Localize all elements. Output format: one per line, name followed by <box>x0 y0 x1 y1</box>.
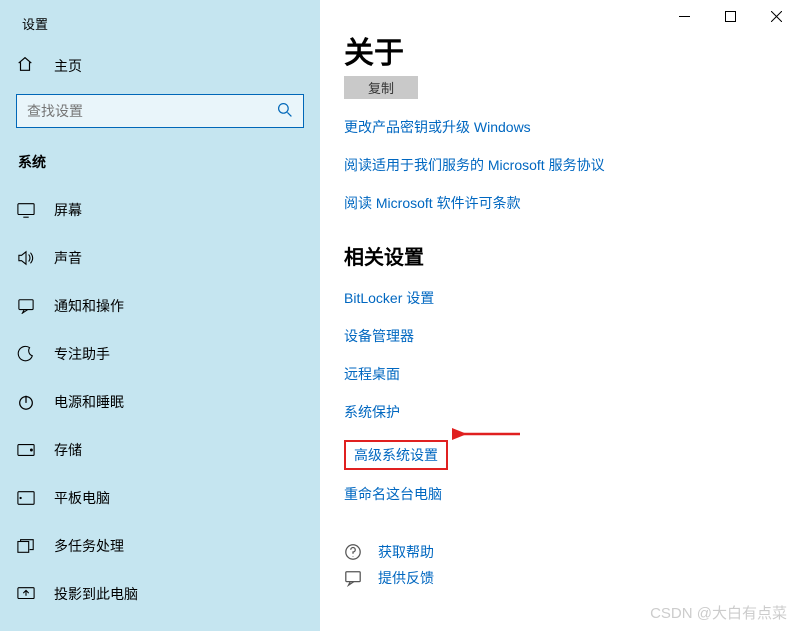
power-icon <box>16 393 36 411</box>
home-icon <box>16 55 36 76</box>
page-heading: 关于 <box>344 28 775 72</box>
sidebar-item-label: 投影到此电脑 <box>54 584 138 604</box>
sidebar-item-sound[interactable]: 声音 <box>0 234 320 282</box>
sidebar-item-label: 平板电脑 <box>54 488 110 508</box>
display-icon <box>16 202 36 218</box>
highlighted-link-box: 高级系统设置 <box>344 440 448 470</box>
sidebar-item-display[interactable]: 屏幕 <box>0 186 320 234</box>
sidebar-item-label: 电源和睡眠 <box>54 392 124 412</box>
search-icon <box>277 102 293 121</box>
search-box[interactable] <box>16 94 304 128</box>
sidebar-item-multitask[interactable]: 多任务处理 <box>0 522 320 570</box>
link-bitlocker[interactable]: BitLocker 设置 <box>344 288 775 308</box>
category-label: 系统 <box>0 146 320 186</box>
feedback-label: 提供反馈 <box>378 568 434 588</box>
sidebar-item-label: 声音 <box>54 248 82 268</box>
sidebar-item-label: 存储 <box>54 440 82 460</box>
sound-icon <box>16 250 36 266</box>
sidebar-item-notifications[interactable]: 通知和操作 <box>0 282 320 330</box>
maximize-button[interactable] <box>707 0 753 32</box>
copy-button[interactable]: 复制 <box>344 76 418 99</box>
sidebar-item-focus[interactable]: 专注助手 <box>0 330 320 378</box>
tablet-icon <box>16 490 36 506</box>
link-service-agreement[interactable]: 阅读适用于我们服务的 Microsoft 服务协议 <box>344 155 775 175</box>
focus-icon <box>16 345 36 363</box>
app-title: 设置 <box>0 10 320 45</box>
feedback-icon <box>344 569 362 587</box>
annotation-arrow-icon <box>452 422 522 446</box>
get-help-row[interactable]: 获取帮助 <box>344 542 775 562</box>
related-settings-heading: 相关设置 <box>344 241 775 270</box>
sidebar-item-label: 多任务处理 <box>54 536 124 556</box>
sidebar-item-label: 屏幕 <box>54 200 82 220</box>
link-remote-desktop[interactable]: 远程桌面 <box>344 364 775 384</box>
sidebar-item-storage[interactable]: 存储 <box>0 426 320 474</box>
link-advanced-system-settings[interactable]: 高级系统设置 <box>354 447 438 463</box>
watermark: CSDN @大白有点菜 <box>650 602 787 623</box>
project-icon <box>16 586 36 602</box>
sidebar: 设置 主页 系统 屏幕 声音 通知和操作 <box>0 0 320 631</box>
close-button[interactable] <box>753 0 799 32</box>
get-help-label: 获取帮助 <box>378 542 434 562</box>
sidebar-item-label: 专注助手 <box>54 344 110 364</box>
multitask-icon <box>16 538 36 554</box>
link-system-protection[interactable]: 系统保护 <box>344 402 775 422</box>
sidebar-item-power[interactable]: 电源和睡眠 <box>0 378 320 426</box>
minimize-button[interactable] <box>661 0 707 32</box>
link-change-product-key[interactable]: 更改产品密钥或升级 Windows <box>344 117 775 137</box>
sidebar-item-tablet[interactable]: 平板电脑 <box>0 474 320 522</box>
help-icon <box>344 543 362 561</box>
content-area: 关于 复制 更改产品密钥或升级 Windows 阅读适用于我们服务的 Micro… <box>320 0 799 631</box>
sidebar-item-project[interactable]: 投影到此电脑 <box>0 570 320 618</box>
home-label: 主页 <box>54 56 82 76</box>
storage-icon <box>16 443 36 457</box>
home-nav[interactable]: 主页 <box>0 45 320 86</box>
notifications-icon <box>16 298 36 314</box>
link-license-terms[interactable]: 阅读 Microsoft 软件许可条款 <box>344 193 775 213</box>
feedback-row[interactable]: 提供反馈 <box>344 568 775 588</box>
sidebar-item-label: 通知和操作 <box>54 296 124 316</box>
link-rename-pc[interactable]: 重命名这台电脑 <box>344 484 775 504</box>
link-device-manager[interactable]: 设备管理器 <box>344 326 775 346</box>
search-input[interactable] <box>27 103 277 119</box>
